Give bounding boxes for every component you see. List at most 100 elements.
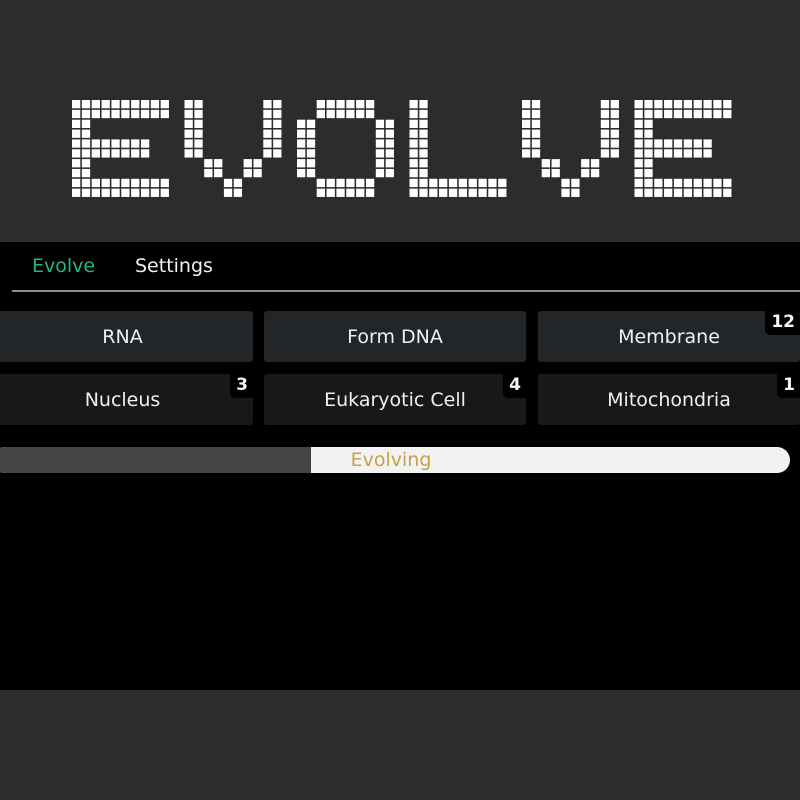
logo-pixel [723, 100, 732, 109]
logo-pixel [409, 188, 418, 197]
logo-pixel [673, 100, 683, 109]
logo-pixel [644, 100, 653, 109]
logo-pixel [316, 100, 325, 109]
logo-pixel [600, 149, 610, 158]
logo-pixel [419, 139, 428, 148]
logo-pixel [365, 178, 375, 188]
logo-pixel [590, 159, 600, 168]
logo-pixel [478, 178, 487, 188]
logo-pixel [531, 100, 541, 109]
logo-pixel [243, 168, 252, 178]
logo-pixel [72, 129, 81, 138]
logo-pixel [634, 139, 643, 148]
logo-pixel [409, 178, 418, 188]
logo-pixel [131, 188, 140, 197]
logo-pixel [664, 178, 673, 188]
logo-pixel [81, 159, 91, 168]
logo-pixel [140, 139, 150, 148]
logo-pixel [365, 188, 375, 197]
membrane-button-label: Membrane [618, 325, 720, 348]
rna-button[interactable]: RNA [0, 311, 253, 362]
logo-pixel [664, 149, 673, 158]
logo-pixel [703, 149, 712, 158]
logo-pixel [233, 178, 243, 188]
logo-pixel [664, 188, 673, 197]
logo-pixel [634, 159, 643, 168]
logo-pixel [713, 100, 722, 109]
logo-pixel [419, 178, 428, 188]
tab-evolve[interactable]: Evolve [32, 255, 95, 277]
logo-pixel [610, 109, 619, 119]
logo-pixel [713, 188, 722, 197]
logo-pixel [664, 139, 673, 148]
logo-pixel [326, 188, 335, 197]
tab-settings[interactable]: Settings [135, 255, 213, 277]
eukaryotic-cell-button-label: Eukaryotic Cell [324, 388, 466, 411]
logo-pixel [654, 139, 663, 148]
logo-pixel [223, 188, 233, 197]
mitochondria-button[interactable]: Mitochondria 1 [538, 374, 800, 425]
logo-pixel [273, 119, 282, 128]
logo-pixel [297, 159, 306, 168]
logo-pixel [101, 178, 110, 188]
logo-pixel [253, 159, 262, 168]
logo-pixel [131, 149, 140, 158]
logo-pixel [448, 178, 458, 188]
form-dna-button-label: Form DNA [347, 325, 443, 348]
logo-pixel [184, 129, 193, 138]
logo-pixel [429, 188, 438, 197]
logo-pixel [541, 168, 550, 178]
logo-pixel [531, 109, 541, 119]
logo-pixel [223, 178, 233, 188]
logo-pixel [419, 188, 428, 197]
eukaryotic-cell-button[interactable]: Eukaryotic Cell 4 [264, 374, 526, 425]
logo-pixel [654, 100, 663, 109]
logo-pixel [673, 188, 683, 197]
logo-pixel [654, 188, 663, 197]
nucleus-button[interactable]: Nucleus 3 [0, 374, 253, 425]
logo-pixel [522, 109, 531, 119]
logo-pixel [336, 188, 345, 197]
evolving-progress-bar: Evolving [0, 447, 790, 473]
logo-pixel [160, 109, 169, 119]
logo-pixel [72, 100, 81, 109]
logo-pixel [409, 149, 418, 158]
logo-pixel [184, 100, 193, 109]
logo-pixel [131, 109, 140, 119]
evolve-logo [0, 0, 800, 240]
logo-pixel [385, 129, 394, 138]
logo-pixel [522, 100, 531, 109]
logo-pixel [72, 178, 81, 188]
logo-pixel [194, 119, 203, 128]
logo-pixel [458, 188, 468, 197]
logo-pixel [72, 188, 81, 197]
logo-pixel [703, 188, 712, 197]
logo-pixel [409, 109, 418, 119]
logo-pixel [121, 149, 130, 158]
progress-label: Evolving [350, 449, 432, 471]
mitochondria-button-label: Mitochondria [607, 388, 731, 411]
logo-pixel [72, 159, 81, 168]
logo-pixel [610, 149, 619, 158]
logo-pixel [409, 119, 418, 128]
logo-pixel [581, 159, 590, 168]
logo-pixel [346, 178, 355, 188]
logo-pixel [356, 188, 365, 197]
logo-pixel [140, 100, 150, 109]
logo-pixel [419, 109, 428, 119]
logo-pixel [478, 188, 487, 197]
logo-pixel [214, 168, 223, 178]
logo-pixel [385, 159, 394, 168]
form-dna-button[interactable]: Form DNA [264, 311, 526, 362]
logo-pixel [693, 149, 702, 158]
tab-bar: Evolve Settings [12, 242, 800, 292]
logo-pixel [600, 119, 610, 128]
membrane-button[interactable]: Membrane 12 [538, 311, 800, 362]
logo-pixel [644, 178, 653, 188]
logo-pixel [664, 100, 673, 109]
logo-pixel [326, 109, 335, 119]
logo-pixel [326, 178, 335, 188]
game-panel: Evolve Settings RNA Form DNA Membrane 12… [0, 242, 800, 690]
logo-pixel [375, 149, 385, 158]
nucleus-button-label: Nucleus [84, 388, 161, 411]
